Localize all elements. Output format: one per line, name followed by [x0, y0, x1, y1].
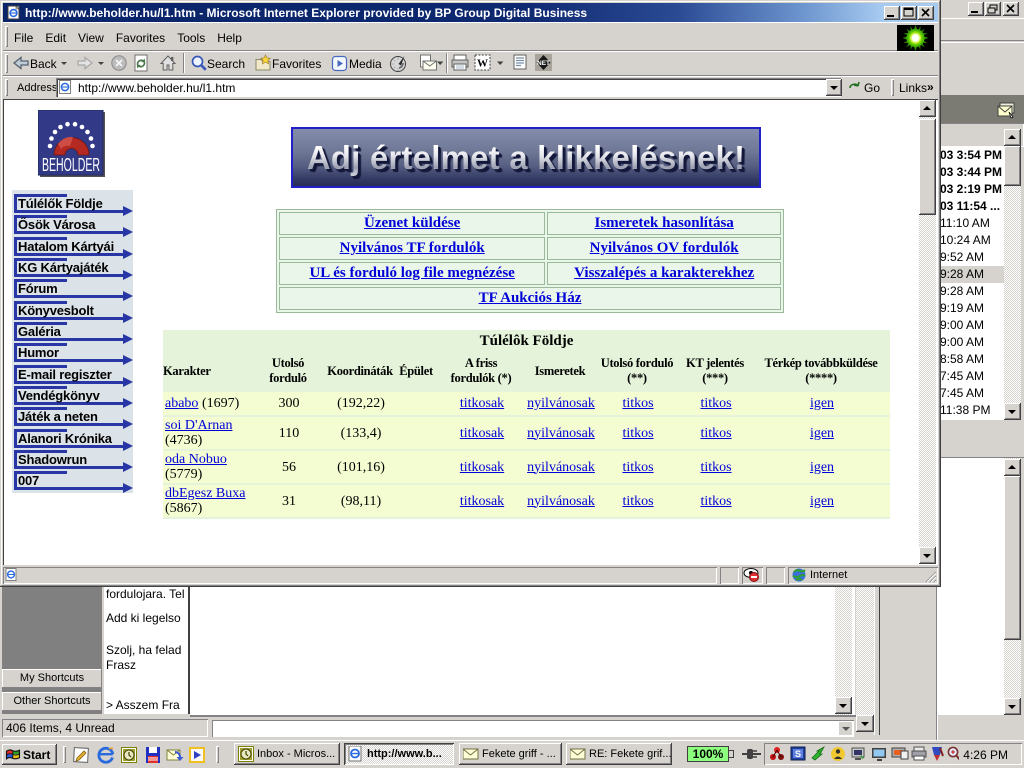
svg-text:W: W	[477, 58, 488, 70]
svg-text:BEHOLDER: BEHOLDER	[42, 155, 100, 175]
svg-text:NET: NET	[537, 60, 550, 67]
svg-text:S: S	[795, 749, 801, 759]
